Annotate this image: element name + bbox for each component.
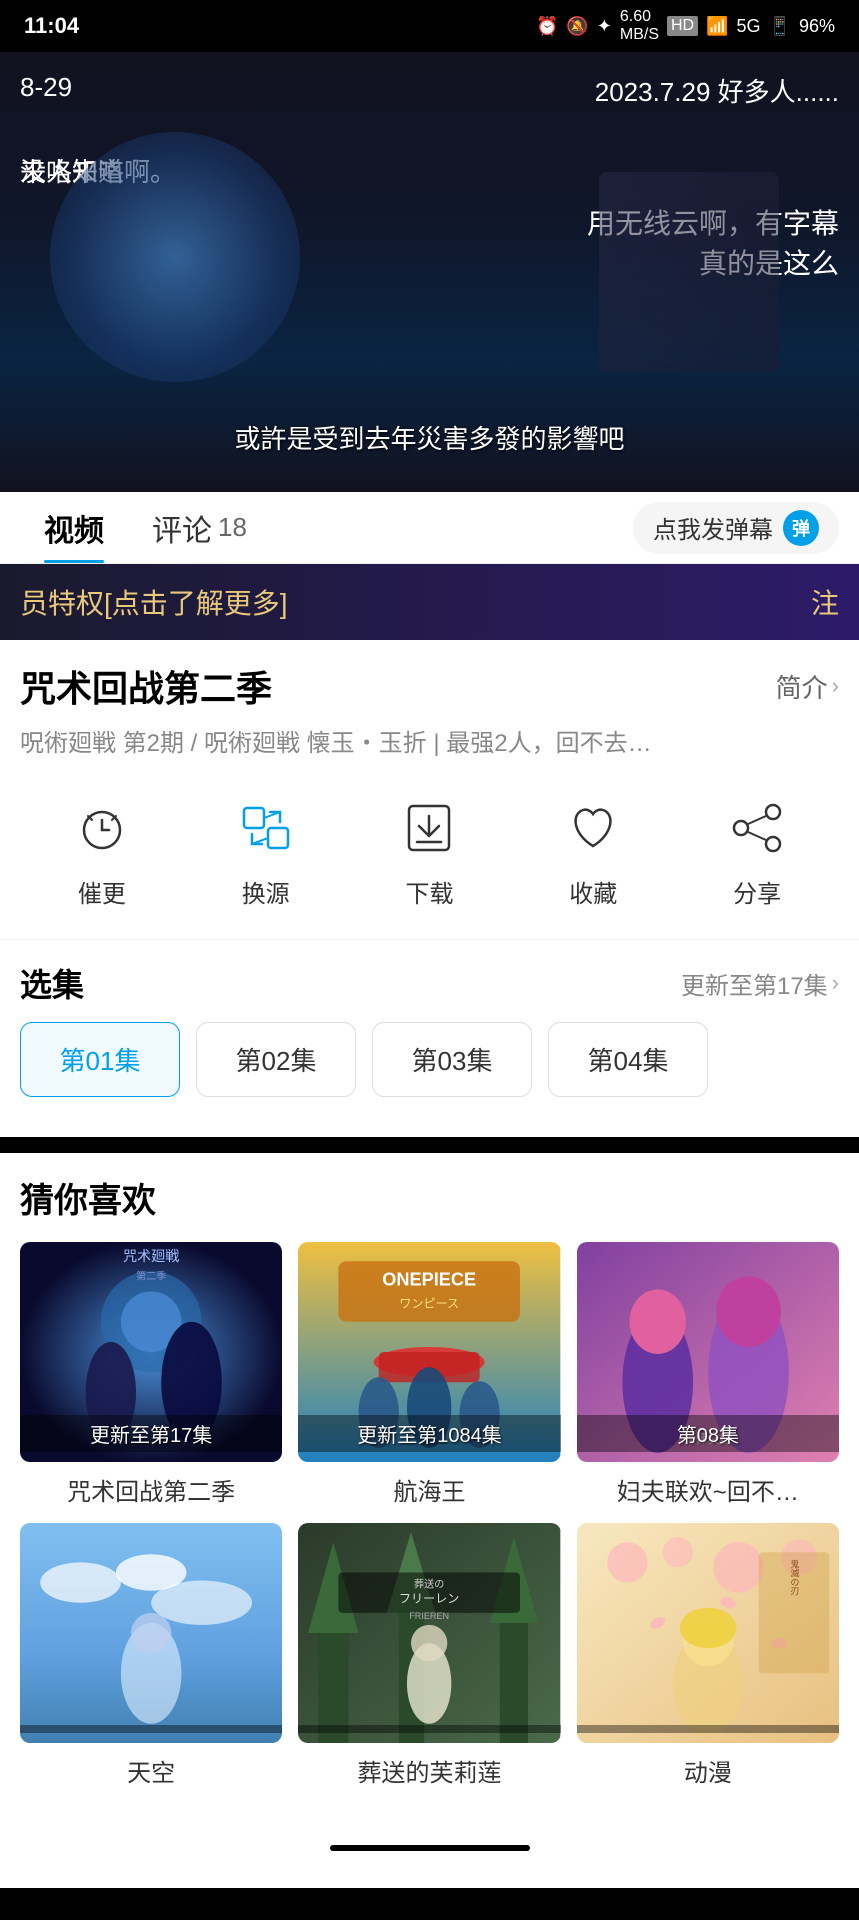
danmu-comment-1: 8-29 — [20, 72, 72, 103]
episode-grid: 第01集 第02集 第03集 第04集 — [20, 1022, 839, 1097]
video-subtitle: 或許是受到去年災害多發的影響吧 — [0, 419, 859, 456]
danmu-placeholder-text: 点我发弹幕 — [653, 510, 773, 545]
onepiece-badge: 更新至第1084集 — [298, 1415, 560, 1452]
svg-text:ONEPIECE: ONEPIECE — [383, 1269, 477, 1289]
remind-label: 催更 — [78, 874, 126, 909]
signal-5g: 5G — [737, 16, 761, 37]
jujutsu-badge: 更新至第17集 — [20, 1415, 282, 1452]
recommend-item-fufu[interactable]: 大帰交歓 第08集 妇夫联欢~回不… — [577, 1242, 839, 1507]
recommend-thumb-sky — [20, 1523, 282, 1743]
tab-bar: 视频 评论 18 点我发弹幕 弹 — [0, 492, 859, 564]
alarm-icon: ⏰ — [536, 16, 558, 37]
episode-btn-1[interactable]: 第01集 — [20, 1022, 180, 1097]
status-icons: ⏰ 🔕 ✦ 6.60MB/S HD 📶 5G 📱 96% — [536, 8, 835, 44]
sky-badge — [20, 1725, 282, 1733]
fufu-badge: 第08集 — [577, 1415, 839, 1452]
content-area: 咒术回战第二季 简介 › 呪術廻戦 第2期 / 呪術廻戦 懐玉・玉折 | 最强2… — [0, 640, 859, 1137]
svg-text:第二季: 第二季 — [136, 1269, 166, 1282]
recommend-section: 猜你喜欢 咒术廻戦 — [0, 1153, 859, 1808]
fufu-name: 妇夫联欢~回不… — [577, 1472, 839, 1507]
recommend-thumb-fufu: 大帰交歓 第08集 — [577, 1242, 839, 1462]
download-label: 下载 — [405, 874, 453, 909]
tab-comment[interactable]: 评论 18 — [128, 492, 271, 563]
tags-row: 呪術廻戦 第2期 / 呪術廻戦 懐玉・玉折 | 最强2人，回不去… — [20, 726, 839, 762]
download-icon — [393, 792, 465, 864]
episode-btn-3[interactable]: 第03集 — [372, 1022, 532, 1097]
collect-label: 收藏 — [569, 874, 617, 909]
svg-text:フリーレン: フリーレン — [399, 1592, 459, 1606]
member-banner-text: 员特权[点击了解更多] — [20, 582, 288, 622]
episode-section-header: 选集 更新至第17集 › — [20, 960, 839, 1006]
danmu-input-btn[interactable]: 点我发弹幕 弹 — [633, 502, 839, 554]
action-download[interactable]: 下载 — [393, 792, 465, 909]
action-source[interactable]: 换源 — [230, 792, 302, 909]
onepiece-name: 航海王 — [298, 1472, 560, 1507]
recommend-item-anime3[interactable]: 鬼滅の刃 动漫 — [577, 1523, 839, 1788]
share-label: 分享 — [733, 874, 781, 909]
recommend-thumb-onepiece: ONEPIECE ワンピース 更新至第1084集 — [298, 1242, 560, 1462]
svg-text:鬼滅の刃: 鬼滅の刃 — [789, 1558, 800, 1596]
action-remind[interactable]: 催更 — [66, 792, 138, 909]
recommend-item-sky[interactable]: 天空 — [20, 1523, 282, 1788]
wifi-icon: 📶 — [706, 16, 728, 37]
recommend-item-onepiece[interactable]: ONEPIECE ワンピース 更新至第1084集 航海王 — [298, 1242, 560, 1507]
anime-title: 咒术回战第二季 — [20, 660, 272, 712]
recommend-item-frieren[interactable]: 葬送の フリーレン FRIEREN 葬送的芙莉莲 — [298, 1523, 560, 1788]
swap-icon — [230, 792, 302, 864]
anime3-name: 动漫 — [577, 1753, 839, 1788]
mute-icon: 🔕 — [566, 16, 588, 37]
member-banner[interactable]: 员特权[点击了解更多] 注 — [0, 564, 859, 640]
frieren-name: 葬送的芙莉莲 — [298, 1753, 560, 1788]
svg-text:FRIEREN: FRIEREN — [410, 1611, 450, 1621]
action-buttons: 催更 换源 — [20, 792, 839, 909]
chevron-right-icon-ep: › — [832, 970, 839, 996]
frieren-badge — [298, 1725, 560, 1733]
anime3-badge — [577, 1725, 839, 1733]
recommend-thumb-frieren: 葬送の フリーレン FRIEREN — [298, 1523, 560, 1743]
danmu-comment-2: 2023.7.29 好多人...... — [595, 72, 839, 109]
share-icon — [721, 792, 793, 864]
svg-text:葬送の: 葬送の — [414, 1578, 444, 1591]
episode-btn-4[interactable]: 第04集 — [548, 1022, 708, 1097]
home-indicator — [330, 1845, 530, 1851]
divider-1 — [0, 939, 859, 940]
bluetooth-icon: ✦ — [597, 16, 612, 37]
video-glow-effect — [50, 132, 300, 382]
speed-text: 6.60MB/S — [620, 8, 659, 44]
status-bar: 11:04 ⏰ 🔕 ✦ 6.60MB/S HD 📶 5G 📱 96% — [0, 0, 859, 52]
episode-section-title: 选集 — [20, 960, 84, 1006]
recommend-thumb-anime3: 鬼滅の刃 — [577, 1523, 839, 1743]
sky-name: 天空 — [20, 1753, 282, 1788]
danmu-send-icon: 弹 — [783, 510, 819, 546]
recommend-grid: 咒术廻戦 第二季 更新至第17集 咒术回战第二季 — [20, 1242, 839, 1788]
jujutsu-name: 咒术回战第二季 — [20, 1472, 282, 1507]
battery-icon: 96% — [799, 16, 835, 37]
tab-video[interactable]: 视频 — [20, 492, 128, 563]
member-banner-action[interactable]: 注 — [811, 582, 839, 622]
cellular-icon: 📱 — [769, 16, 791, 37]
update-info[interactable]: 更新至第17集 › — [681, 966, 839, 1001]
source-label: 换源 — [242, 874, 290, 909]
chevron-right-icon: › — [832, 673, 839, 699]
comment-count: 18 — [218, 512, 247, 543]
status-time: 11:04 — [24, 13, 79, 39]
recommend-title: 猜你喜欢 — [20, 1173, 839, 1222]
hd-badge: HD — [667, 16, 698, 36]
recommend-thumb-jujutsu: 咒术廻戦 第二季 更新至第17集 — [20, 1242, 282, 1462]
svg-text:咒术廻戦: 咒术廻戦 — [123, 1248, 179, 1264]
title-section: 咒术回战第二季 简介 › — [20, 660, 839, 712]
video-player[interactable]: 8-29 2023.7.29 好多人...... 来咯来咯 没人知道啊。 用无线… — [0, 52, 859, 492]
episode-section: 选集 更新至第17集 › 第01集 第02集 第03集 第04集 — [20, 960, 839, 1097]
svg-text:ワンピース: ワンピース — [400, 1297, 460, 1311]
heart-icon — [557, 792, 629, 864]
alarm-icon — [66, 792, 138, 864]
action-share[interactable]: 分享 — [721, 792, 793, 909]
recommend-item-jujutsu[interactable]: 咒术廻戦 第二季 更新至第17集 咒术回战第二季 — [20, 1242, 282, 1507]
episode-btn-2[interactable]: 第02集 — [196, 1022, 356, 1097]
intro-link[interactable]: 简介 › — [776, 668, 839, 705]
video-scene-element — [599, 172, 779, 372]
bottom-nav — [0, 1808, 859, 1888]
action-collect[interactable]: 收藏 — [557, 792, 629, 909]
